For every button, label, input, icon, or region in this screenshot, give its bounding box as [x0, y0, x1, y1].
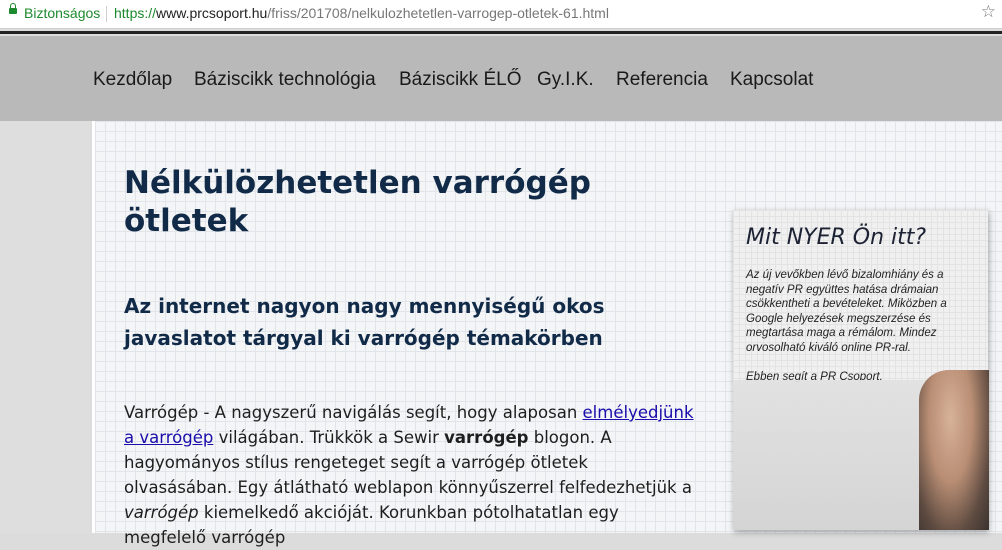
article-paragraph: Varrógép - A nagyszerű navigálás segít, … [124, 400, 699, 550]
url-host: www.prcsoport.hu [156, 5, 268, 21]
url-text[interactable]: https://www.prcsoport.hu/friss/201708/ne… [114, 5, 609, 21]
left-gutter [0, 121, 90, 533]
page-title: Nélkülözhetetlen varrógép ötletek [124, 165, 591, 239]
main-nav: Kezdőlap Báziscikk technológia Báziscikk… [0, 36, 1002, 121]
nav-item-contact[interactable]: Kapcsolat [730, 69, 813, 91]
nav-item-references[interactable]: Referencia [616, 69, 708, 91]
article-bold-keyword: varrógép [444, 428, 529, 447]
sidebar-text: Az új vevőkben lévő bizalomhiány és a ne… [746, 269, 947, 354]
sidebar-promo-box: Mit NYER Ön itt? Az új vevőkben lévő biz… [733, 210, 989, 530]
nav-item-base-article-live[interactable]: Báziscikk ÉLŐ [399, 69, 521, 91]
address-bar[interactable]: Biztonságos https://www.prcsoport.hu/fri… [0, 0, 1002, 29]
sidebar-title: Mit NYER Ön itt? [746, 225, 927, 250]
person-photo [919, 370, 989, 530]
article-text-4: kiemelkedő akcióját. Korunkban pótolhata… [124, 503, 619, 547]
article-italic-keyword: varrógép [124, 503, 199, 522]
security-label: Biztonságos [24, 5, 101, 21]
nav-item-base-article-tech[interactable]: Báziscikk technológia [194, 69, 376, 91]
nav-item-faq[interactable]: Gy.I.K. [537, 69, 594, 91]
article-text-2: világában. Trükkök a Sewir [213, 428, 445, 447]
star-outline-icon[interactable]: ☆ [981, 2, 996, 22]
top-divider [0, 31, 1002, 34]
url-scheme: https:// [114, 5, 157, 21]
address-separator [106, 6, 107, 22]
article-text-1: Varrógép - A nagyszerű navigálás segít, … [124, 403, 583, 422]
nav-item-home[interactable]: Kezdőlap [93, 69, 172, 91]
url-path: /friss/201708/nelkulozhetetlen-varrogep-… [267, 5, 609, 21]
article-subtitle: Az internet nagyon nagy mennyiségű okos … [124, 294, 605, 350]
lock-icon [9, 3, 17, 14]
